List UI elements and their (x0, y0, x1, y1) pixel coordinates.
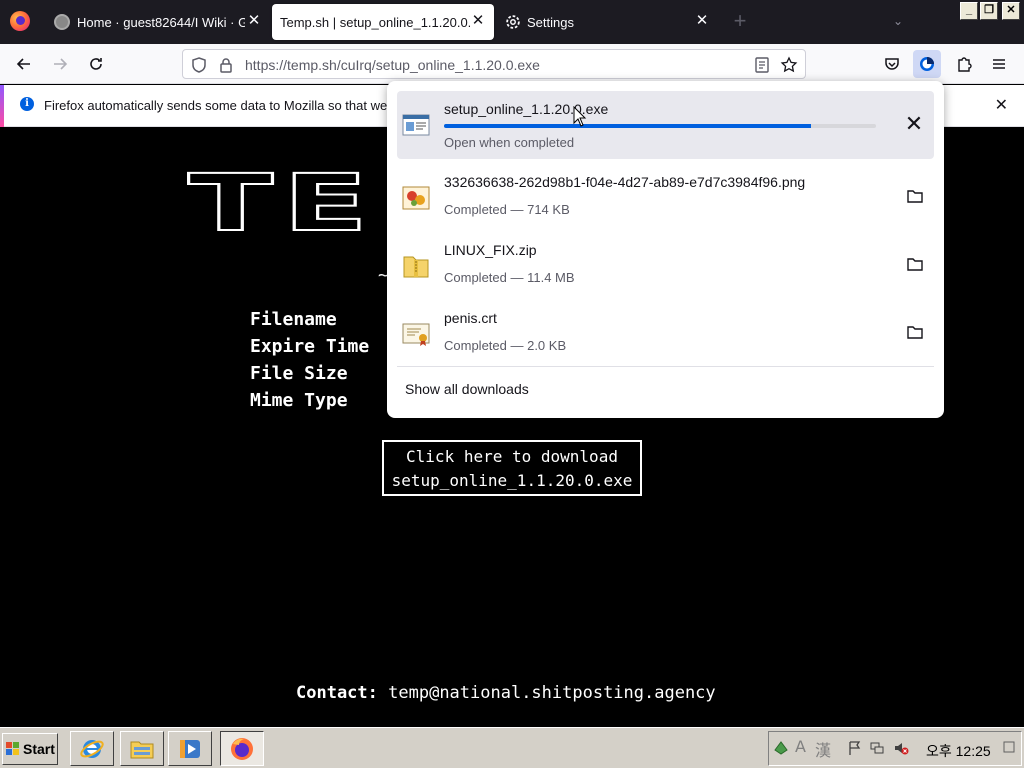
folder-icon[interactable] (906, 255, 924, 273)
download-progress-fill (444, 124, 812, 128)
extensions-button[interactable] (950, 50, 978, 78)
ime-toolbar-icon[interactable] (773, 740, 789, 756)
tab-label: Settings (527, 14, 574, 30)
media-player-icon (180, 740, 200, 758)
download-progress-icon (920, 57, 934, 71)
close-icon[interactable]: ✕ (995, 95, 1008, 115)
url-text[interactable]: https://temp.sh/cuIrq/setup_online_1.1.2… (245, 57, 540, 73)
download-status: Completed — 2.0 KB (444, 338, 567, 353)
certificate-icon (402, 323, 430, 346)
temp-sh-logo: TE (186, 159, 378, 249)
download-link-line2: setup_online_1.1.20.0.exe (391, 471, 633, 490)
system-tray: A 漢 오후 12:25 (768, 731, 1022, 766)
windows-taskbar: Start A 漢 오후 12:25 (0, 727, 1024, 768)
notification-accent (0, 85, 4, 127)
file-explorer-icon (130, 741, 154, 759)
cancel-download-button[interactable]: ✕ (904, 113, 924, 135)
download-filename: LINUX_FIX.zip (444, 242, 537, 258)
show-all-downloads-button[interactable]: Show all downloads (405, 381, 529, 397)
download-filename: penis.crt (444, 310, 497, 326)
info-icon: i (20, 97, 34, 111)
filename-label: Filename (250, 309, 337, 330)
new-tab-icon[interactable]: + (730, 10, 750, 32)
windows-flag-icon (6, 742, 19, 755)
close-window-button[interactable]: ✕ (1002, 2, 1020, 20)
mime-type-label: Mime Type (250, 390, 348, 411)
downloads-panel: setup_online_1.1.20.0.exe Open when comp… (387, 81, 944, 418)
folder-icon[interactable] (906, 323, 924, 341)
installer-icon (402, 114, 430, 136)
volume-muted-icon[interactable] (893, 740, 909, 756)
downloads-button[interactable] (913, 50, 941, 78)
taskbar-internet-explorer[interactable] (70, 731, 114, 766)
back-button[interactable] (10, 50, 38, 78)
download-item-png[interactable]: 332636638-262d98b1-f04e-4d27-ab89-e7d7c3… (397, 164, 934, 232)
pocket-button[interactable] (878, 50, 906, 78)
github-icon (54, 14, 70, 30)
tab-settings[interactable]: Settings ✕ (498, 4, 718, 40)
forward-arrow-icon (54, 58, 68, 70)
shield-icon[interactable] (190, 56, 208, 74)
taskbar-file-explorer[interactable] (120, 731, 164, 766)
system-clock[interactable]: 오후 12:25 (926, 741, 991, 761)
close-icon[interactable]: ✕ (694, 13, 710, 29)
start-label: Start (23, 741, 55, 757)
taskbar-firefox[interactable] (220, 731, 264, 766)
zip-folder-icon (403, 256, 429, 278)
start-button[interactable]: Start (2, 733, 58, 765)
tab-label: Home · guest82644/I Wiki · GitHub (77, 14, 245, 30)
firefox-menu-icon[interactable] (10, 11, 30, 31)
bookmark-star-icon[interactable] (780, 56, 798, 74)
tab-strip: Home · guest82644/I Wiki · GitHub ✕ Temp… (0, 0, 1024, 44)
app-menu-button[interactable] (985, 50, 1013, 78)
download-status: Completed — 714 KB (444, 202, 570, 217)
download-progress-bar (444, 124, 876, 128)
puzzle-icon (958, 57, 972, 72)
reader-view-icon[interactable] (753, 56, 771, 74)
restore-button[interactable]: ❐ (980, 2, 998, 20)
download-item-setup[interactable]: setup_online_1.1.20.0.exe Open when comp… (397, 91, 934, 159)
ime-alpha-mode[interactable]: A (795, 737, 806, 756)
panel-divider (397, 366, 934, 367)
reload-button[interactable] (82, 50, 110, 78)
action-center-flag-icon[interactable] (847, 740, 863, 756)
gear-icon (506, 15, 520, 29)
file-size-label: File Size (250, 363, 348, 384)
download-item-zip[interactable]: LINUX_FIX.zip Completed — 11.4 MB (397, 232, 934, 300)
download-status: Open when completed (444, 135, 575, 150)
tab-temp-sh[interactable]: Temp.sh | setup_online_1.1.20.0.exe ✕ (272, 4, 494, 40)
chevron-down-icon[interactable]: ⌄ (890, 14, 906, 30)
ime-hanja-mode[interactable]: 漢 (815, 737, 831, 761)
hamburger-menu-icon (993, 59, 1005, 69)
close-icon[interactable]: ✕ (470, 13, 486, 29)
navigation-toolbar: https://temp.sh/cuIrq/setup_online_1.1.2… (0, 44, 1024, 84)
image-file-icon (402, 186, 430, 210)
download-status: Completed — 11.4 MB (444, 270, 575, 285)
tab-github-wiki[interactable]: Home · guest82644/I Wiki · GitHub ✕ (44, 4, 270, 40)
download-link-line1: Click here to download (406, 447, 618, 466)
minimize-button[interactable]: _ (960, 2, 978, 20)
folder-icon[interactable] (906, 187, 924, 205)
expire-time-label: Expire Time (250, 336, 370, 357)
forward-button[interactable] (46, 50, 74, 78)
download-file-link[interactable]: Click here to download setup_online_1.1.… (382, 440, 642, 496)
mouse-cursor-icon (573, 106, 587, 127)
firefox-icon (231, 738, 253, 760)
download-item-crt[interactable]: penis.crt Completed — 2.0 KB (397, 300, 934, 368)
network-icon[interactable] (869, 740, 885, 756)
contact-email[interactable]: temp@national.shitposting.agency (388, 683, 716, 703)
contact-line: Contact: temp@national.shitposting.agenc… (296, 683, 716, 703)
back-arrow-icon (16, 58, 30, 70)
show-desktop-icon[interactable] (1003, 741, 1015, 755)
reload-icon (90, 58, 102, 70)
download-filename: 332636638-262d98b1-f04e-4d27-ab89-e7d7c3… (444, 174, 806, 190)
internet-explorer-icon (80, 740, 104, 758)
tab-label: Temp.sh | setup_online_1.1.20.0.exe (280, 14, 470, 30)
lock-icon[interactable] (217, 56, 235, 74)
contact-label: Contact: (296, 683, 378, 703)
close-icon[interactable]: ✕ (246, 13, 262, 29)
taskbar-media-player[interactable] (168, 731, 212, 766)
address-bar[interactable]: https://temp.sh/cuIrq/setup_online_1.1.2… (182, 49, 806, 79)
pocket-icon (885, 58, 899, 70)
